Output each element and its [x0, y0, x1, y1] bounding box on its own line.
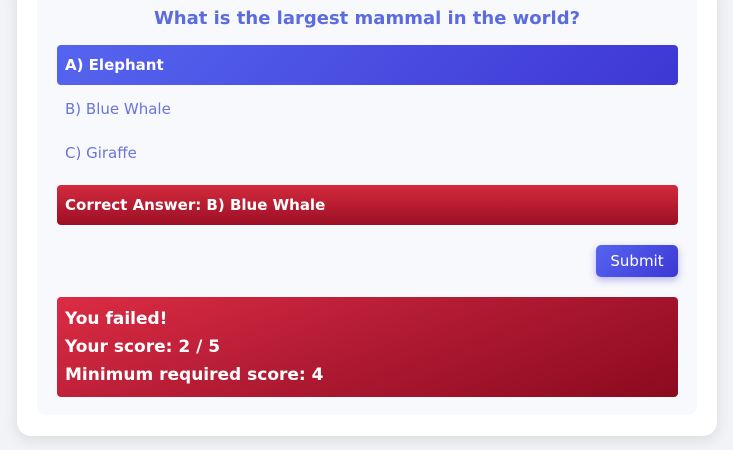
option-b[interactable]: B) Blue Whale — [57, 89, 678, 129]
option-c[interactable]: C) Giraffe — [57, 133, 678, 173]
result-minimum-score: Minimum required score: 4 — [65, 365, 324, 385]
result-score: Your score: 2 / 5 — [65, 337, 221, 357]
quiz-card: What is the largest mammal in the world?… — [17, 0, 717, 436]
result-box: You failed! Your score: 2 / 5 Minimum re… — [57, 297, 678, 397]
option-a[interactable]: A) Elephant — [57, 45, 678, 85]
question-text: What is the largest mammal in the world? — [153, 8, 581, 29]
result-status: You failed! — [65, 309, 168, 329]
quiz-panel: What is the largest mammal in the world?… — [37, 0, 697, 415]
correct-answer-banner: Correct Answer: B) Blue Whale — [57, 185, 678, 225]
submit-button[interactable]: Submit — [596, 245, 678, 277]
